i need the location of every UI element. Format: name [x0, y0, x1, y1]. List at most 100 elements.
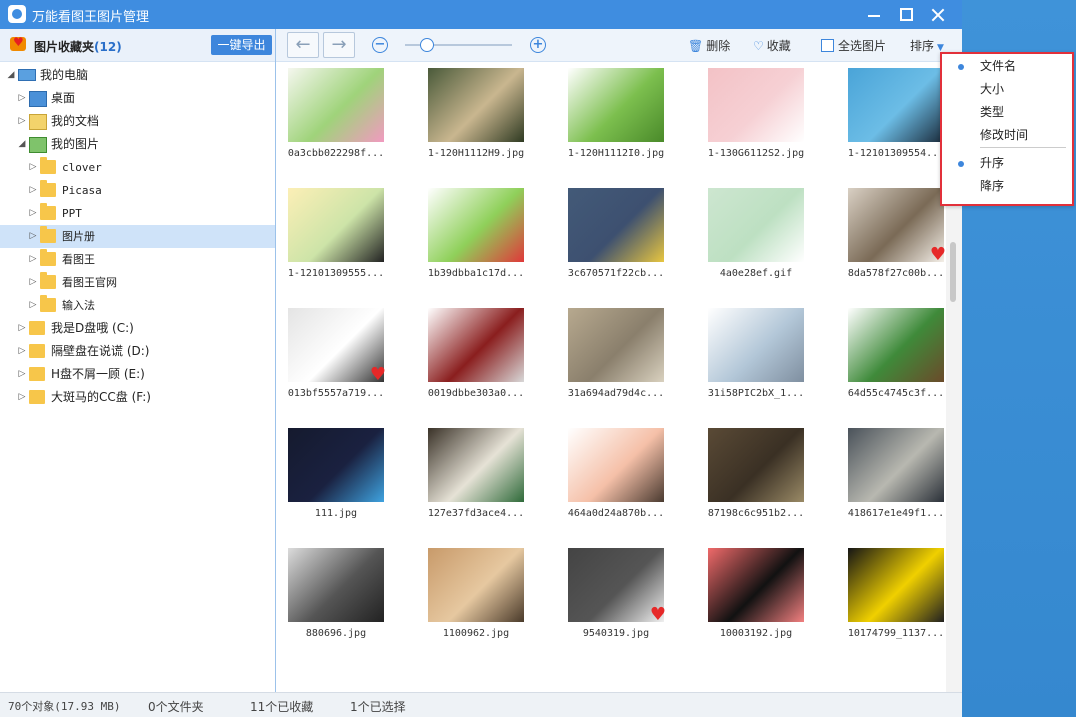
back-button[interactable]: ← — [287, 32, 319, 58]
image-thumbnail[interactable] — [568, 308, 664, 382]
tree-node[interactable]: ▷ 看图王官网 — [0, 271, 275, 294]
close-button[interactable] — [922, 0, 954, 29]
image-thumbnail-item[interactable]: 1-12101309554... — [836, 62, 946, 172]
image-thumbnail[interactable]: ♥ — [568, 548, 666, 624]
sort-button[interactable]: 排序 ▼ — [910, 37, 944, 54]
expand-arrow-icon[interactable]: ▷ — [28, 271, 38, 294]
minimize-button[interactable] — [858, 0, 890, 29]
image-thumbnail-item[interactable]: 10003192.jpg — [696, 542, 816, 652]
image-thumbnail[interactable] — [848, 308, 944, 382]
image-thumbnail-item[interactable]: 64d55c4745c3f... — [836, 302, 946, 412]
image-thumbnail[interactable] — [848, 428, 944, 502]
image-thumbnail-item[interactable]: 1-120H1112I0.jpg — [556, 62, 676, 172]
tree-node[interactable]: ▷ 图片册 — [0, 225, 275, 248]
image-thumbnail-item[interactable]: 1100962.jpg — [416, 542, 536, 652]
image-thumbnail[interactable] — [708, 308, 804, 382]
forward-button[interactable]: → — [323, 32, 355, 58]
image-thumbnail[interactable] — [848, 68, 944, 142]
image-thumbnail[interactable] — [708, 548, 804, 622]
expand-arrow-icon[interactable]: ▷ — [28, 202, 38, 225]
image-thumbnail[interactable] — [708, 188, 804, 262]
image-thumbnail-item[interactable]: ♥ 8da578f27c00b... — [836, 182, 946, 292]
image-thumbnail-item[interactable]: 1-130G6112S2.jpg — [696, 62, 816, 172]
favorite-button[interactable]: ♡ 收藏 — [753, 37, 791, 54]
expand-arrow-icon[interactable]: ▷ — [28, 225, 38, 248]
image-thumbnail[interactable] — [708, 68, 804, 142]
image-thumbnail[interactable] — [428, 308, 524, 382]
tree-node[interactable]: ▷ H盘不屑一顾 (E:) — [0, 363, 275, 386]
tree-node[interactable]: ▷ 桌面 — [0, 87, 275, 110]
sort-menu-item[interactable]: 大小 — [942, 78, 1072, 101]
favorites-bar[interactable]: 图片收藏夹(12) 一键导出 — [0, 29, 275, 62]
image-thumbnail-item[interactable]: 31a694ad79d4c... — [556, 302, 676, 412]
image-thumbnail[interactable] — [288, 428, 384, 502]
image-thumbnail-item[interactable]: 418617e1e49f1... — [836, 422, 946, 532]
image-thumbnail-item[interactable]: 4a0e28ef.gif — [696, 182, 816, 292]
zoom-slider-handle[interactable] — [420, 38, 434, 52]
tree-node[interactable]: ▷ 隔壁盘在说谎 (D:) — [0, 340, 275, 363]
tree-node[interactable]: ▷ 输入法 — [0, 294, 275, 317]
tree-node[interactable]: ▷ 我的文档 — [0, 110, 275, 133]
tree-node[interactable]: ◢ 我的图片 — [0, 133, 275, 156]
maximize-button[interactable] — [890, 0, 922, 29]
tree-node[interactable]: ▷ Picasa — [0, 179, 275, 202]
image-thumbnail-item[interactable]: 31i58PIC2bX_1... — [696, 302, 816, 412]
image-thumbnail[interactable]: ♥ — [848, 188, 946, 264]
image-thumbnail-item[interactable]: 880696.jpg — [276, 542, 396, 652]
expand-arrow-icon[interactable]: ▷ — [17, 340, 27, 363]
favorites-label[interactable]: 图片收藏夹(12) — [34, 38, 122, 55]
tree-node[interactable]: ▷ clover — [0, 156, 275, 179]
expand-arrow-icon[interactable]: ▷ — [28, 156, 38, 179]
delete-button[interactable]: 🗑 删除 — [688, 37, 730, 54]
image-thumbnail-item[interactable]: 3c670571f22cb... — [556, 182, 676, 292]
tree-node[interactable]: ◢ 我的电脑 — [0, 64, 275, 87]
sort-menu-item[interactable]: 升序 — [942, 152, 1072, 175]
tree-node[interactable]: ▷ 我是D盘哦 (C:) — [0, 317, 275, 340]
image-thumbnail[interactable] — [708, 428, 804, 502]
sort-menu-item[interactable]: 修改时间 — [942, 124, 1072, 147]
image-thumbnail[interactable]: ♥ — [288, 308, 386, 384]
expand-arrow-icon[interactable]: ▷ — [17, 363, 27, 386]
image-thumbnail-item[interactable]: 87198c6c951b2... — [696, 422, 816, 532]
image-thumbnail-item[interactable]: 1-12101309555... — [276, 182, 396, 292]
image-thumbnail[interactable] — [288, 548, 384, 622]
expand-arrow-icon[interactable]: ▷ — [17, 317, 27, 340]
image-thumbnail[interactable] — [288, 68, 384, 142]
tree-node[interactable]: ▷ PPT — [0, 202, 275, 225]
image-thumbnail[interactable] — [428, 68, 524, 142]
image-thumbnail[interactable] — [428, 428, 524, 502]
image-thumbnail[interactable] — [428, 188, 524, 262]
zoom-out-icon[interactable]: − — [372, 37, 388, 53]
sort-menu-item[interactable]: 类型 — [942, 101, 1072, 124]
expand-arrow-icon[interactable]: ▷ — [28, 179, 38, 202]
tree-node[interactable]: ▷ 看图王 — [0, 248, 275, 271]
image-thumbnail[interactable] — [288, 188, 384, 262]
image-thumbnail-item[interactable]: 0a3cbb022298f... — [276, 62, 396, 172]
image-thumbnail-item[interactable]: 10174799_1137... — [836, 542, 946, 652]
expand-arrow-icon[interactable]: ▷ — [28, 294, 38, 317]
image-thumbnail[interactable] — [428, 548, 524, 622]
image-thumbnail[interactable] — [848, 548, 944, 622]
sort-menu-item[interactable]: 降序 — [942, 175, 1072, 198]
expand-arrow-icon[interactable]: ▷ — [28, 248, 38, 271]
expand-arrow-icon[interactable]: ▷ — [17, 386, 27, 409]
image-thumbnail[interactable] — [568, 188, 664, 262]
collapse-arrow-icon[interactable]: ◢ — [6, 64, 16, 87]
select-all-checkbox[interactable]: 全选图片 — [821, 37, 886, 54]
image-thumbnail-item[interactable]: 0019dbbe303a0... — [416, 302, 536, 412]
image-thumbnail-item[interactable]: ♥ 013bf5557a719... — [276, 302, 396, 412]
image-thumbnail[interactable] — [568, 68, 664, 142]
expand-arrow-icon[interactable]: ▷ — [17, 87, 27, 110]
image-thumbnail-item[interactable]: 127e37fd3ace4... — [416, 422, 536, 532]
image-thumbnail-item[interactable]: 1b39dbba1c17d... — [416, 182, 536, 292]
collapse-arrow-icon[interactable]: ◢ — [17, 133, 27, 156]
export-button[interactable]: 一键导出 — [211, 35, 272, 55]
image-thumbnail-item[interactable]: 464a0d24a870b... — [556, 422, 676, 532]
tree-node[interactable]: ▷ 大斑马的CC盘 (F:) — [0, 386, 275, 409]
scrollbar-thumb[interactable] — [950, 242, 956, 302]
zoom-in-icon[interactable]: + — [530, 37, 546, 53]
image-thumbnail-item[interactable]: ♥ 9540319.jpg — [556, 542, 676, 652]
expand-arrow-icon[interactable]: ▷ — [17, 110, 27, 133]
image-thumbnail[interactable] — [568, 428, 664, 502]
sort-menu-item[interactable]: 文件名 — [942, 55, 1072, 78]
